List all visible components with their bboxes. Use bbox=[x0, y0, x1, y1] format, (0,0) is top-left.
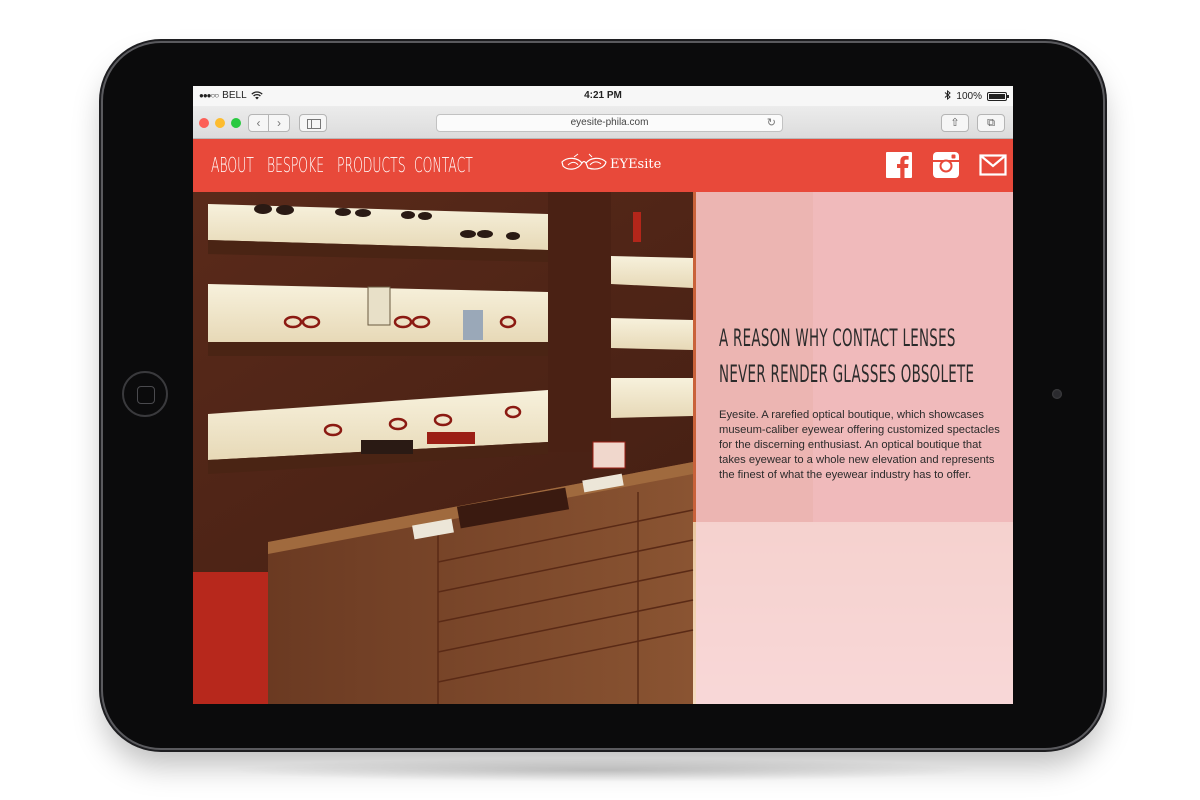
minimize-window-button[interactable] bbox=[215, 118, 225, 128]
window-controls bbox=[199, 118, 241, 128]
chevron-right-icon: › bbox=[277, 116, 281, 130]
sidebar-toggle-button[interactable] bbox=[299, 114, 327, 132]
back-button[interactable]: ‹ bbox=[248, 114, 269, 132]
close-window-button[interactable] bbox=[199, 118, 209, 128]
site-header: ABOUT BESPOKE PRODUCTS CONTACT EYEsite bbox=[193, 139, 1013, 192]
status-bar: ●●●○○ BELL 4:21 PM 100% bbox=[193, 86, 1013, 106]
status-time: 4:21 PM bbox=[584, 90, 622, 101]
site-logo[interactable]: EYEsite bbox=[560, 152, 661, 176]
home-button[interactable] bbox=[122, 371, 168, 417]
facebook-icon[interactable] bbox=[885, 151, 913, 179]
instagram-icon[interactable] bbox=[932, 151, 960, 179]
bluetooth-icon bbox=[944, 89, 952, 103]
hero-description: Eyesite. A rarefied optical boutique, wh… bbox=[719, 409, 1000, 481]
nav-bespoke[interactable]: BESPOKE bbox=[267, 153, 324, 177]
tabs-icon: ⧉ bbox=[987, 117, 995, 129]
battery-percent: 100% bbox=[956, 91, 982, 102]
tabs-button[interactable]: ⧉ bbox=[977, 114, 1005, 132]
zoom-window-button[interactable] bbox=[231, 118, 241, 128]
nav-about[interactable]: ABOUT bbox=[211, 153, 254, 177]
share-button[interactable]: ⇧ bbox=[941, 114, 969, 132]
reload-icon[interactable]: ↻ bbox=[767, 115, 776, 131]
hero-headline: A REASON WHY CONTACT LENSES NEVER RENDER… bbox=[719, 324, 975, 388]
battery-icon bbox=[987, 92, 1009, 101]
share-icon: ⇧ bbox=[950, 117, 960, 129]
chevron-left-icon: ‹ bbox=[256, 116, 261, 130]
address-bar[interactable]: eyesite-phila.com ↻ bbox=[436, 114, 783, 132]
nav-products[interactable]: PRODUCTS bbox=[337, 153, 406, 177]
front-camera bbox=[1052, 389, 1062, 399]
logo-text: EYEsite bbox=[610, 156, 662, 172]
mail-icon[interactable] bbox=[979, 151, 1007, 179]
browser-toolbar: ‹ › eyesite-phila.com ↻ ⇧ ⧉ bbox=[193, 106, 1013, 139]
forward-button[interactable]: › bbox=[269, 114, 290, 132]
main-nav: ABOUT BESPOKE PRODUCTS CONTACT bbox=[211, 153, 473, 177]
nav-contact[interactable]: CONTACT bbox=[414, 153, 473, 177]
ipad-screen: ●●●○○ BELL 4:21 PM 100% ‹ › eyesite-phil… bbox=[193, 86, 1013, 704]
social-links bbox=[885, 151, 1007, 179]
glasses-logo-icon bbox=[561, 153, 607, 170]
url-text: eyesite-phila.com bbox=[570, 117, 649, 128]
hero-section: A REASON WHY CONTACT LENSES NEVER RENDER… bbox=[193, 192, 1013, 704]
